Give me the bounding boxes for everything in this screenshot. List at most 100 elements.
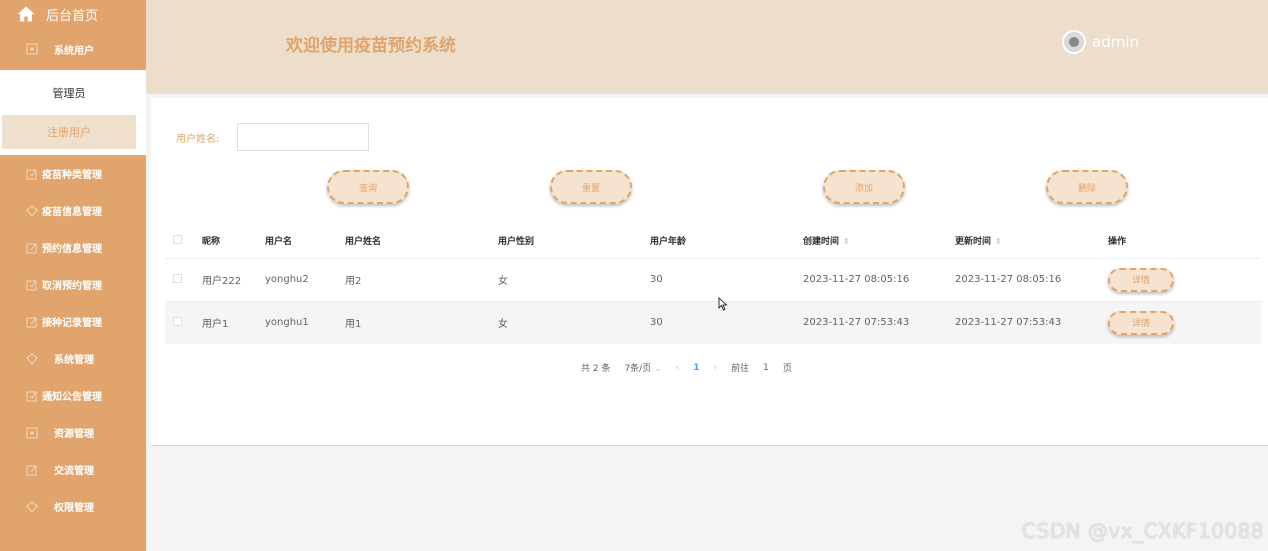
diamond-icon [26, 352, 38, 365]
sidebar-subitem-registered-users[interactable]: 注册用户 [2, 115, 136, 149]
col-created-label: 创建时间 [803, 237, 840, 248]
sidebar-item-label: 接种记录管理 [42, 318, 102, 329]
sidebar-item-label: 疫苗信息管理 [42, 207, 102, 218]
sidebar-item[interactable]: 预约信息管理 [0, 229, 146, 266]
row-checkbox[interactable] [173, 273, 182, 283]
detail-button[interactable]: 详情 [1108, 310, 1174, 335]
sidebar-submenu: 管理员 注册用户 [0, 70, 146, 155]
reset-button[interactable]: 重置 [550, 170, 632, 204]
username: admin [1092, 33, 1139, 51]
row-checkbox[interactable] [173, 316, 182, 326]
cell-updated: 2023-11-27 08:05:16 [955, 274, 1062, 285]
row-select-cell [165, 258, 202, 301]
sidebar-item[interactable]: 取消预约管理 [0, 266, 146, 303]
mouse-cursor-icon [718, 297, 728, 311]
sidebar-item[interactable]: 疫苗信息管理 [0, 192, 146, 229]
col-nickname: 昵称 [202, 237, 221, 248]
cell-created: 2023-11-27 08:05:16 [803, 274, 910, 285]
search-input[interactable] [237, 123, 369, 151]
sidebar-group-label: 系统用户 [54, 45, 94, 57]
prev-page-icon[interactable]: ‹ [676, 363, 680, 373]
row-select-cell [165, 301, 202, 344]
sidebar-item-label: 预约信息管理 [42, 244, 102, 255]
diamond-icon [26, 500, 38, 513]
detail-button[interactable]: 详情 [1108, 267, 1174, 292]
col-updated[interactable]: 更新时间 ⇕ [955, 224, 1108, 258]
edit-icon [26, 316, 38, 328]
sort-icon[interactable]: ⇕ [843, 237, 850, 246]
cell-nickname: 用户222 [202, 276, 242, 287]
cell-nickname: 用户1 [202, 319, 229, 331]
cell-created: 2023-11-27 07:53:43 [803, 317, 910, 329]
main-panel: 用户姓名: 查询 重置 添加 删除 昵称 用户名 用户姓名 用户性别 用户年龄 … [151, 98, 1268, 446]
cell-gender: 女 [498, 276, 508, 287]
chevron-down-icon: ⌄ [654, 364, 662, 374]
sidebar-home-label: 后台首页 [46, 8, 99, 24]
cell-gender: 女 [498, 319, 508, 331]
sidebar-item[interactable]: 通知公告管理 [0, 377, 146, 414]
select-all-checkbox[interactable] [173, 234, 182, 244]
sidebar-item[interactable]: 系统管理 [0, 340, 146, 377]
user-table: 昵称 用户名 用户姓名 用户性别 用户年龄 创建时间 ⇕ 更新时间 ⇕ 操作 用户2… [165, 224, 1261, 344]
cell-username: yonghu2 [265, 274, 309, 285]
search-label: 用户姓名: [176, 134, 220, 145]
cell-action: 详情 [1108, 258, 1261, 301]
cell-action: 详情 [1108, 301, 1261, 344]
edit-icon [26, 464, 38, 476]
select-all-cell [165, 224, 202, 258]
next-page-icon[interactable]: › [714, 363, 718, 373]
square-dot-icon [26, 43, 38, 55]
col-created[interactable]: 创建时间 ⇕ [803, 224, 955, 258]
delete-button[interactable]: 删除 [1046, 170, 1128, 204]
edit-square-icon [26, 390, 38, 402]
sidebar-item-label: 资源管理 [54, 429, 94, 440]
diamond-icon [26, 204, 38, 217]
page-size-value: 7条/页 [624, 364, 652, 374]
avatar [1062, 30, 1086, 54]
sort-icon[interactable]: ⇕ [995, 237, 1002, 246]
add-button[interactable]: 添加 [823, 170, 905, 204]
sidebar-item[interactable]: 权限管理 [0, 488, 146, 525]
cell-username: yonghu1 [265, 317, 309, 329]
cell-name: 用1 [345, 319, 362, 331]
cell-age: 30 [650, 274, 663, 285]
col-gender: 用户性别 [498, 237, 535, 248]
table-row[interactable]: 用户222 yonghu2 用2 女 30 2023-11-27 08:05:16 2023… [165, 258, 1261, 301]
col-username: 用户名 [265, 237, 293, 248]
header: 欢迎使用疫苗预约系统 admin [146, 0, 1268, 94]
sidebar-item[interactable]: 交流管理 [0, 451, 146, 488]
col-name: 用户姓名 [345, 237, 382, 248]
sidebar-item-label: 系统管理 [54, 355, 94, 366]
sidebar-item[interactable]: 资源管理 [0, 414, 146, 451]
sidebar-item[interactable]: 接种记录管理 [0, 303, 146, 340]
goto-prefix: 前往 [731, 364, 750, 374]
page-title: 欢迎使用疫苗预约系统 [286, 36, 456, 56]
col-age: 用户年龄 [650, 237, 687, 248]
sidebar-item-label: 通知公告管理 [42, 392, 102, 403]
sidebar-home[interactable]: 后台首页 [0, 0, 146, 28]
table-row[interactable]: 用户1 yonghu1 用1 女 30 2023-11-27 07:53:43 2023-1… [165, 301, 1261, 344]
col-action: 操作 [1108, 237, 1127, 248]
query-button[interactable]: 查询 [327, 170, 409, 204]
sidebar: 后台首页 系统用户 管理员 注册用户 疫苗种类管理 疫苗信息管理 预约信息管理取消预… [0, 0, 146, 551]
pagination: 共 2 条 7条/页 ⌄ ‹ 1 › 前往 1 页 [581, 361, 806, 375]
sidebar-item[interactable]: 疫苗种类管理 [0, 155, 146, 192]
sidebar-item-label: 疫苗种类管理 [42, 170, 102, 181]
cell-updated: 2023-11-27 07:53:43 [955, 317, 1062, 329]
sidebar-item-label: 权限管理 [54, 503, 94, 514]
page-size-select[interactable]: 7条/页 ⌄ [624, 361, 661, 374]
sidebar-group-system-users[interactable]: 系统用户 [0, 28, 146, 70]
home-icon [17, 6, 35, 22]
sidebar-item-label: 交流管理 [54, 466, 94, 477]
sidebar-subitem-admin[interactable]: 管理员 [2, 76, 136, 110]
page-number-current[interactable]: 1 [693, 363, 699, 373]
table-header-row: 昵称 用户名 用户姓名 用户性别 用户年龄 创建时间 ⇕ 更新时间 ⇕ 操作 [165, 224, 1261, 258]
user-menu[interactable]: admin [1062, 30, 1139, 54]
goto-input[interactable]: 1 [763, 363, 769, 373]
edit-icon [26, 242, 38, 254]
pagination-total: 共 2 条 [581, 364, 611, 374]
cell-name: 用2 [345, 276, 362, 287]
col-updated-label: 更新时间 [955, 237, 992, 248]
edit-square-icon [26, 279, 38, 291]
watermark: CSDN @vx_CXKF10088 [1022, 519, 1264, 543]
